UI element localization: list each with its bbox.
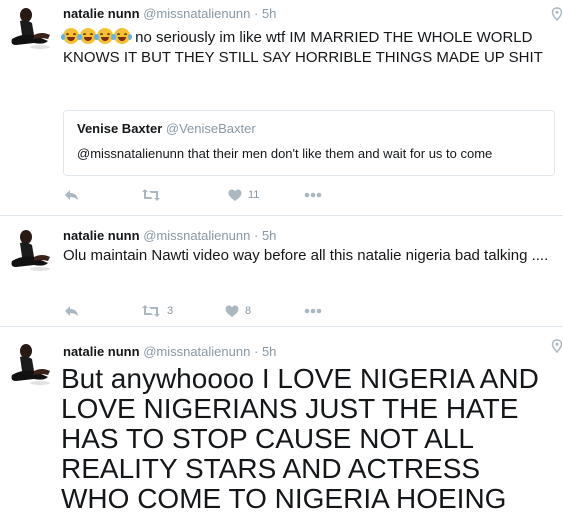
quoted-author-name[interactable]: Venise Baxter xyxy=(77,121,162,136)
like-button[interactable]: 8 xyxy=(225,303,251,319)
reply-icon xyxy=(65,306,78,316)
quoted-tweet-text: @missnatalienunn that their men don't li… xyxy=(77,146,493,161)
author-handle[interactable]: @missnatalienunn xyxy=(143,344,250,359)
heart-icon xyxy=(228,189,242,201)
avatar[interactable] xyxy=(4,5,53,54)
tweet[interactable]: natalie nunn @missnatalienunn · 5h Olu m… xyxy=(0,216,563,326)
quoted-author-handle[interactable]: @VeniseBaxter xyxy=(166,121,256,136)
timestamp[interactable]: 5h xyxy=(262,6,276,21)
heart-icon xyxy=(225,305,239,317)
retweet-icon xyxy=(142,305,160,317)
more-icon xyxy=(304,192,322,198)
retweet-count: 3 xyxy=(167,305,174,317)
like-count: 8 xyxy=(245,305,252,317)
location-pin-icon xyxy=(551,339,563,353)
more-icon xyxy=(304,308,322,314)
like-button[interactable]: 11 xyxy=(228,187,259,203)
like-count: 11 xyxy=(248,189,260,201)
tweet-actions: 11 xyxy=(63,187,363,203)
separator: · xyxy=(253,6,259,21)
reply-button[interactable] xyxy=(64,187,80,203)
retweet-button[interactable] xyxy=(141,187,167,203)
more-button[interactable] xyxy=(304,303,322,319)
more-button[interactable] xyxy=(304,187,322,203)
separator: · xyxy=(253,344,259,359)
separator: · xyxy=(253,228,259,243)
tweet-actions: 3 8 xyxy=(63,303,363,319)
avatar[interactable] xyxy=(4,227,53,276)
author-handle[interactable]: @missnatalienunn xyxy=(143,6,250,21)
quoted-tweet[interactable]: Venise Baxter @VeniseBaxter @missnatalie… xyxy=(63,110,555,176)
tweet-text: no seriously im like wtf IM MARRIED THE … xyxy=(63,29,543,66)
author-name[interactable]: natalie nunn xyxy=(63,6,140,21)
tweet[interactable]: natalie nunn @missnatalienunn · 5h But a… xyxy=(0,327,563,518)
location-pin-icon xyxy=(551,7,563,21)
author-name[interactable]: natalie nunn xyxy=(63,344,140,359)
tears-of-joy-emoji-icon xyxy=(61,28,132,46)
retweet-icon xyxy=(142,189,160,201)
reply-button[interactable] xyxy=(64,303,80,319)
reply-icon xyxy=(65,190,78,200)
avatar[interactable] xyxy=(4,341,53,390)
author-name[interactable]: natalie nunn xyxy=(63,228,140,243)
tweet-text: But anywhoooo I LOVE NIGERIA AND LOVE NI… xyxy=(61,363,539,514)
tweet[interactable]: natalie nunn @missnatalienunn · 5h no se… xyxy=(0,0,563,215)
timestamp[interactable]: 5h xyxy=(262,228,276,243)
retweet-button[interactable]: 3 xyxy=(141,303,173,319)
tweet-text: Olu maintain Nawti video way before all … xyxy=(63,247,549,264)
timestamp[interactable]: 5h xyxy=(262,344,276,359)
author-handle[interactable]: @missnatalienunn xyxy=(143,228,250,243)
